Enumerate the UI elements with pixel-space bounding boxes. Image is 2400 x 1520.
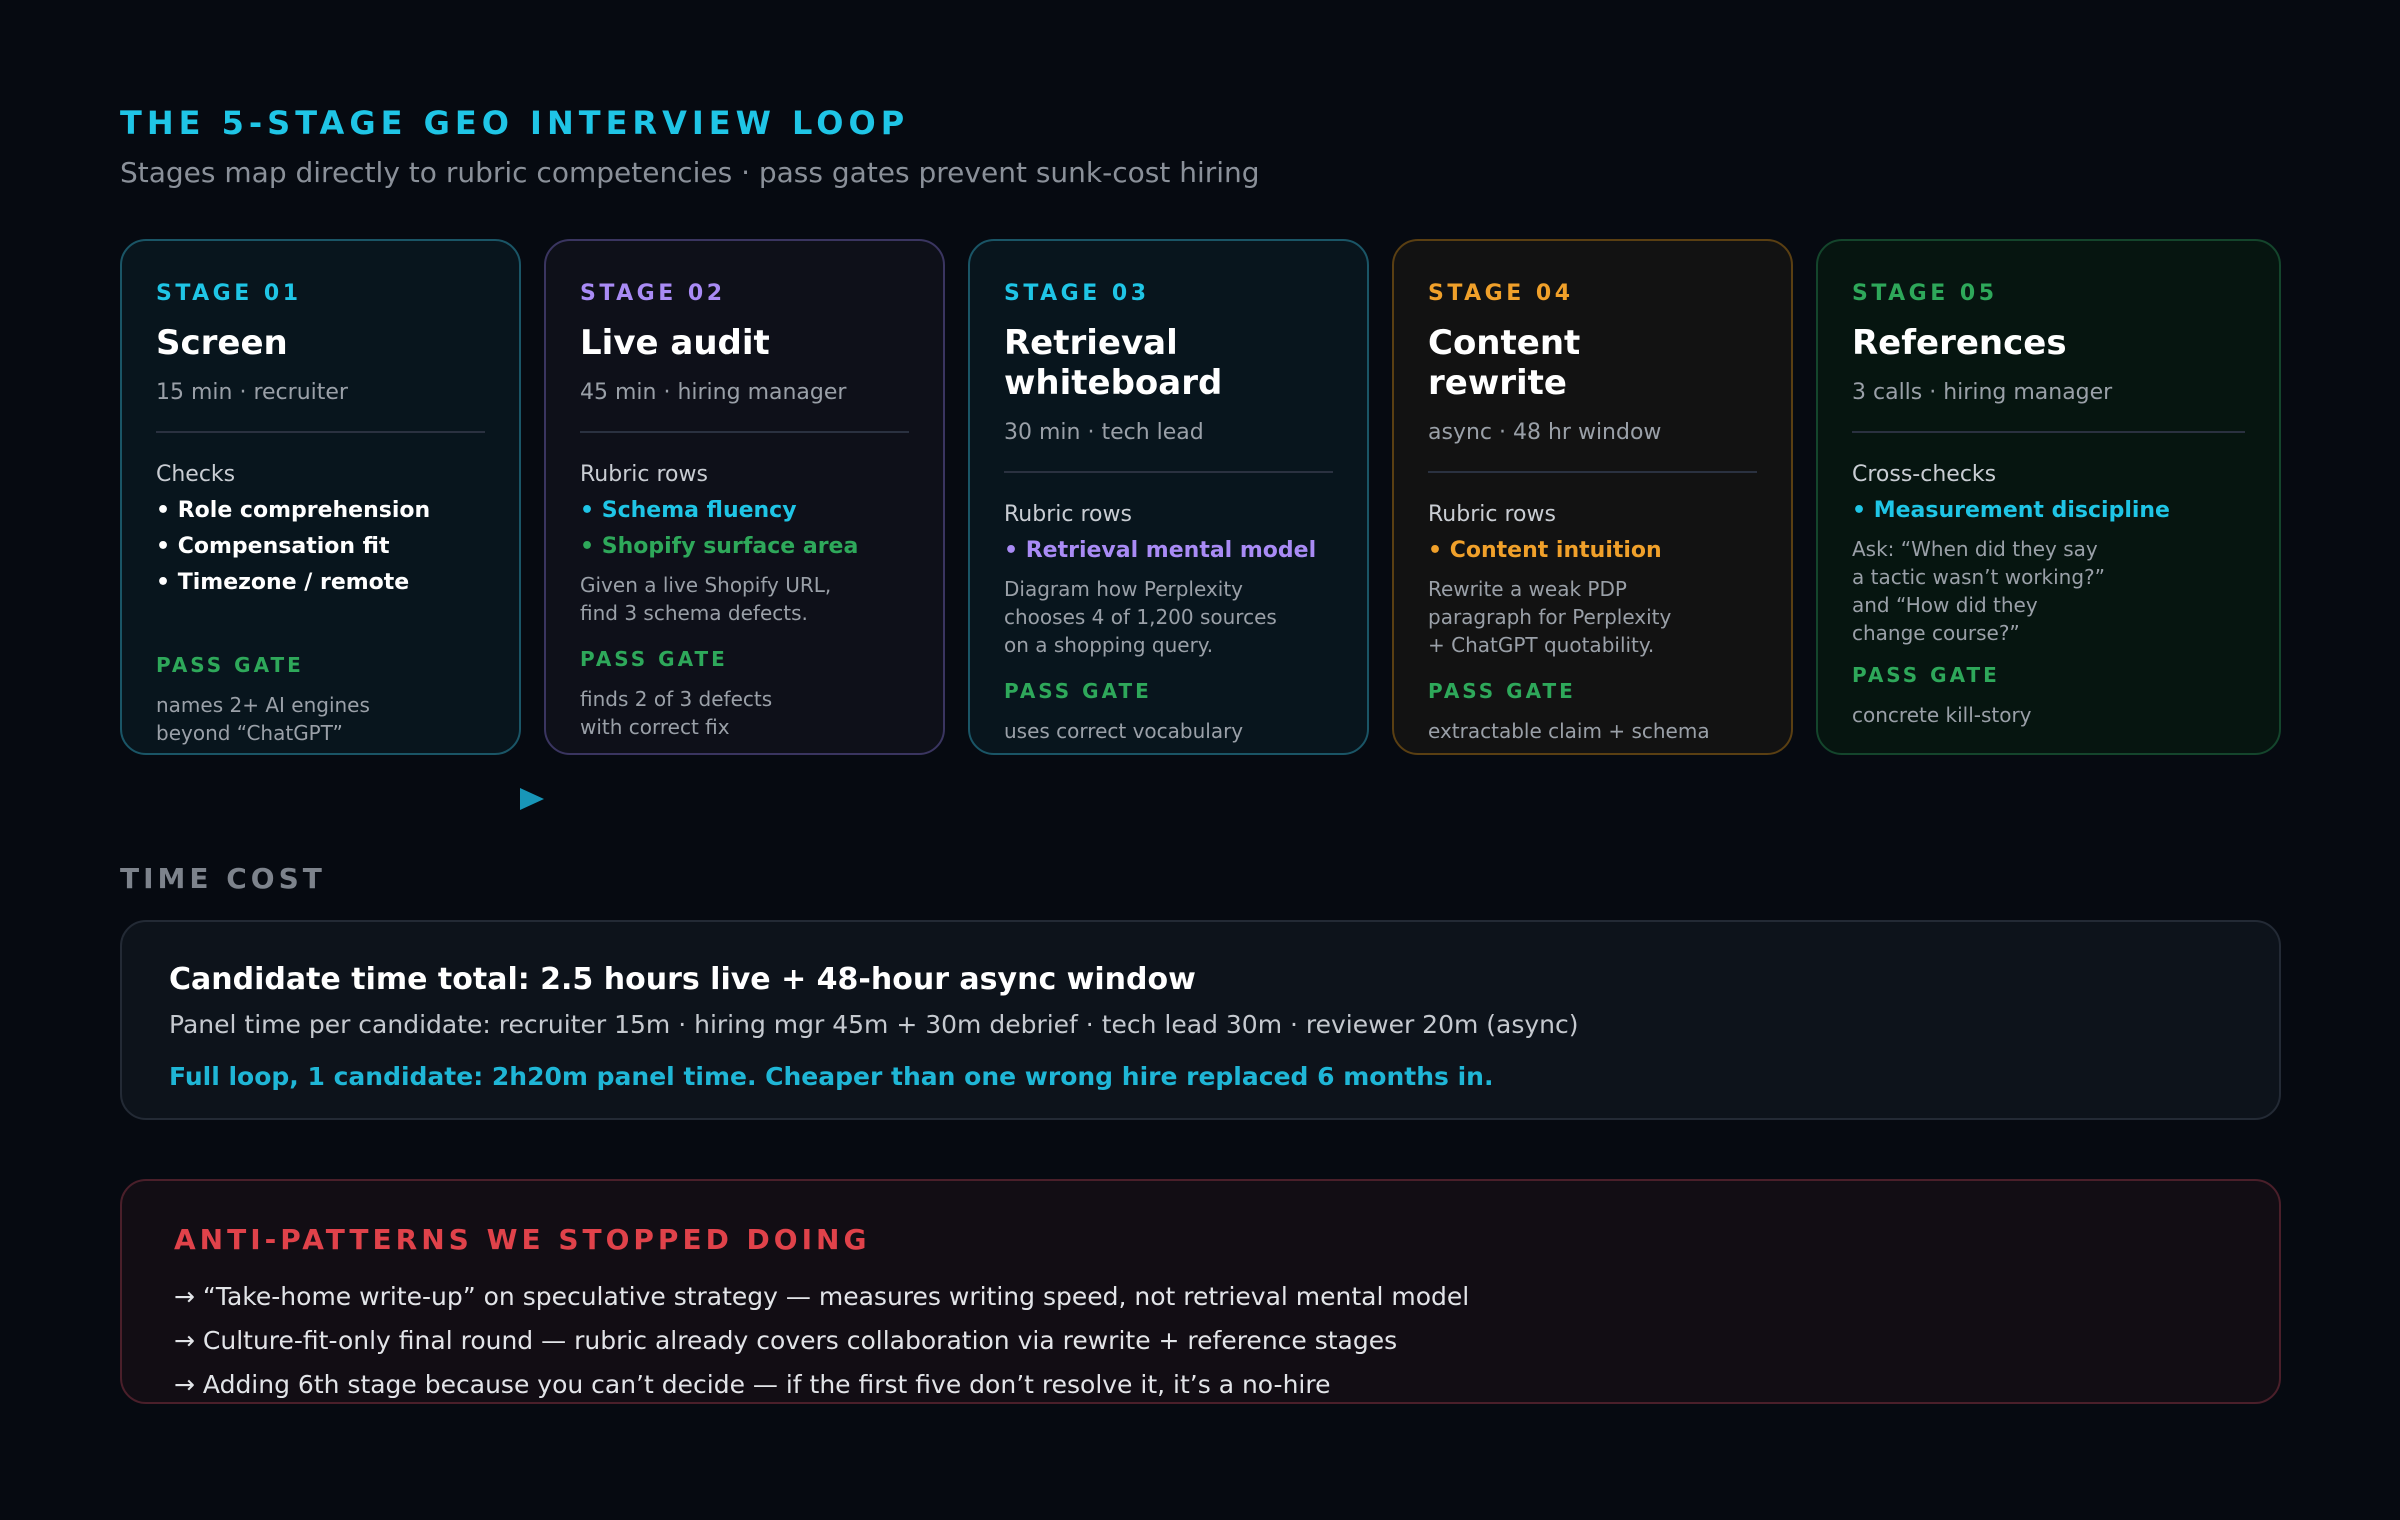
stage-name: Retrieval whiteboard — [1004, 323, 1223, 403]
time-cost-summary: Full loop, 1 candidate: 2h20m panel time… — [169, 1062, 1494, 1091]
time-cost-panel-time: Panel time per candidate: recruiter 15m … — [169, 1010, 1579, 1039]
stage-card-05: STAGE 05 References 3 calls · hiring man… — [1816, 239, 2281, 755]
divider — [1004, 471, 1333, 473]
stage-name: Live audit — [580, 323, 770, 363]
time-cost-panel: Candidate time total: 2.5 hours live + 4… — [120, 920, 2281, 1120]
stage-label: STAGE 01 — [156, 281, 302, 306]
rubric-item: Measurement discipline — [1852, 493, 2245, 529]
stage-description: Diagram how Perplexity chooses 4 of 1,20… — [1004, 577, 1277, 657]
rubric-item: Content intuition — [1428, 533, 1757, 569]
rubric-item: Shopify surface area — [580, 529, 909, 565]
pass-gate-text: finds 2 of 3 defects with correct fix — [580, 687, 773, 739]
divider — [1428, 471, 1757, 473]
stage-name: Screen — [156, 323, 288, 363]
rubric-list: Content intuition — [1428, 533, 1757, 569]
play-arrow-icon — [520, 788, 544, 810]
divider — [156, 431, 485, 433]
time-cost-label: TIME COST — [120, 862, 326, 895]
anti-pattern-item: Adding 6th stage because you can’t decid… — [174, 1363, 1469, 1407]
rubric-list: Retrieval mental model — [1004, 533, 1333, 569]
rubric-title: Rubric rows — [580, 462, 708, 487]
stage-meta: 3 calls · hiring manager — [1852, 380, 2113, 405]
divider — [1852, 431, 2245, 433]
stage-name: Content rewrite — [1428, 323, 1581, 403]
stage-meta: 30 min · tech lead — [1004, 420, 1204, 445]
rubric-item: Role comprehension — [156, 493, 485, 529]
stage-label: STAGE 03 — [1004, 281, 1150, 306]
time-cost-headline: Candidate time total: 2.5 hours live + 4… — [169, 962, 1196, 997]
pass-gate-text: concrete kill-story — [1852, 703, 2032, 727]
rubric-item: Compensation fit — [156, 529, 485, 565]
rubric-item: Retrieval mental model — [1004, 533, 1333, 569]
rubric-title: Checks — [156, 462, 236, 487]
pass-gate-label: PASS GATE — [156, 653, 304, 677]
stage-meta: 45 min · hiring manager — [580, 380, 847, 405]
pass-gate-text: extractable claim + schema — [1428, 719, 1710, 743]
rubric-title: Rubric rows — [1004, 502, 1132, 527]
stage-description: Given a live Shopify URL, find 3 schema … — [580, 573, 832, 625]
anti-pattern-item: “Take-home write-up” on speculative stra… — [174, 1275, 1469, 1319]
rubric-title: Rubric rows — [1428, 502, 1556, 527]
rubric-list: Role comprehension Compensation fit Time… — [156, 493, 485, 601]
stage-name: References — [1852, 323, 2067, 363]
anti-pattern-item: Culture-fit-only final round — rubric al… — [174, 1319, 1469, 1363]
pass-gate-text: uses correct vocabulary — [1004, 719, 1244, 743]
pass-gate-label: PASS GATE — [1852, 663, 2000, 687]
anti-patterns-title: ANTI-PATTERNS WE STOPPED DOING — [174, 1223, 871, 1256]
stage-card-04: STAGE 04 Content rewrite async · 48 hr w… — [1392, 239, 1793, 755]
pass-gate-label: PASS GATE — [580, 647, 728, 671]
rubric-item: Schema fluency — [580, 493, 909, 529]
page-title: THE 5-STAGE GEO INTERVIEW LOOP — [120, 104, 910, 142]
stage-card-02: STAGE 02 Live audit 45 min · hiring mana… — [544, 239, 945, 755]
page-subtitle: Stages map directly to rubric competenci… — [120, 156, 1260, 189]
stage-card-01: STAGE 01 Screen 15 min · recruiter Check… — [120, 239, 521, 755]
stage-description: Rewrite a weak PDP paragraph for Perplex… — [1428, 577, 1672, 657]
rubric-list: Measurement discipline — [1852, 493, 2245, 529]
stage-card-03: STAGE 03 Retrieval whiteboard 30 min · t… — [968, 239, 1369, 755]
divider — [580, 431, 909, 433]
rubric-item: Timezone / remote — [156, 565, 485, 601]
stage-label: STAGE 04 — [1428, 281, 1574, 306]
anti-patterns-panel: ANTI-PATTERNS WE STOPPED DOING “Take-hom… — [120, 1179, 2281, 1404]
pass-gate-label: PASS GATE — [1004, 679, 1152, 703]
stage-meta: 15 min · recruiter — [156, 380, 348, 405]
rubric-list: Schema fluency Shopify surface area — [580, 493, 909, 565]
stage-label: STAGE 02 — [580, 281, 726, 306]
stage-description: Ask: “When did they say a tactic wasn’t … — [1852, 537, 2106, 645]
pass-gate-label: PASS GATE — [1428, 679, 1576, 703]
stage-meta: async · 48 hr window — [1428, 420, 1662, 445]
anti-patterns-list: “Take-home write-up” on speculative stra… — [174, 1275, 1469, 1407]
rubric-title: Cross-checks — [1852, 462, 1997, 487]
stage-label: STAGE 05 — [1852, 281, 1998, 306]
pass-gate-text: names 2+ AI engines beyond “ChatGPT” — [156, 693, 370, 745]
